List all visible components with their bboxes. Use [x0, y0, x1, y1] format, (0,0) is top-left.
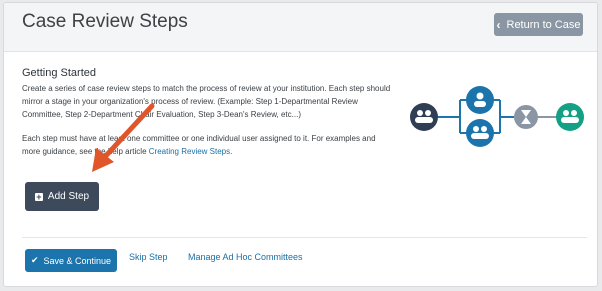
person-icon [466, 86, 494, 114]
annotation-arrow [92, 103, 155, 172]
case-review-panel: Case Review Steps ‹ Return to Case Getti… [3, 2, 598, 287]
intro-paragraph: Create a series of case review steps to … [22, 84, 391, 119]
group-icon [410, 103, 438, 131]
review-workflow-diagram [410, 86, 584, 147]
panel-header: Case Review Steps ‹ Return to Case [4, 3, 597, 52]
return-to-case-button[interactable]: ‹ Return to Case [494, 13, 583, 36]
group-icon [466, 119, 494, 147]
return-to-case-label: Return to Case [506, 18, 581, 31]
getting-started-heading: Getting Started [22, 67, 96, 79]
page-title: Case Review Steps [22, 11, 188, 32]
manage-ad-hoc-committees-link[interactable]: Manage Ad Hoc Committees [188, 252, 303, 262]
footer-divider [22, 237, 587, 238]
add-step-button[interactable]: + Add Step [25, 182, 99, 211]
help-paragraph-end: . [230, 147, 233, 156]
skip-step-link[interactable]: Skip Step [129, 252, 168, 262]
chevron-left-icon: ‹ [496, 17, 501, 32]
group-icon [556, 103, 584, 131]
help-paragraph: Each step must have at least one committ… [22, 132, 392, 158]
save-and-continue-label: Save & Continue [43, 255, 112, 266]
add-step-label: Add Step [47, 191, 90, 202]
check-icon: ✔ [30, 255, 39, 265]
save-and-continue-button[interactable]: ✔ Save & Continue [25, 249, 117, 272]
hourglass-icon [514, 105, 538, 129]
plus-square-icon: + [34, 191, 43, 202]
